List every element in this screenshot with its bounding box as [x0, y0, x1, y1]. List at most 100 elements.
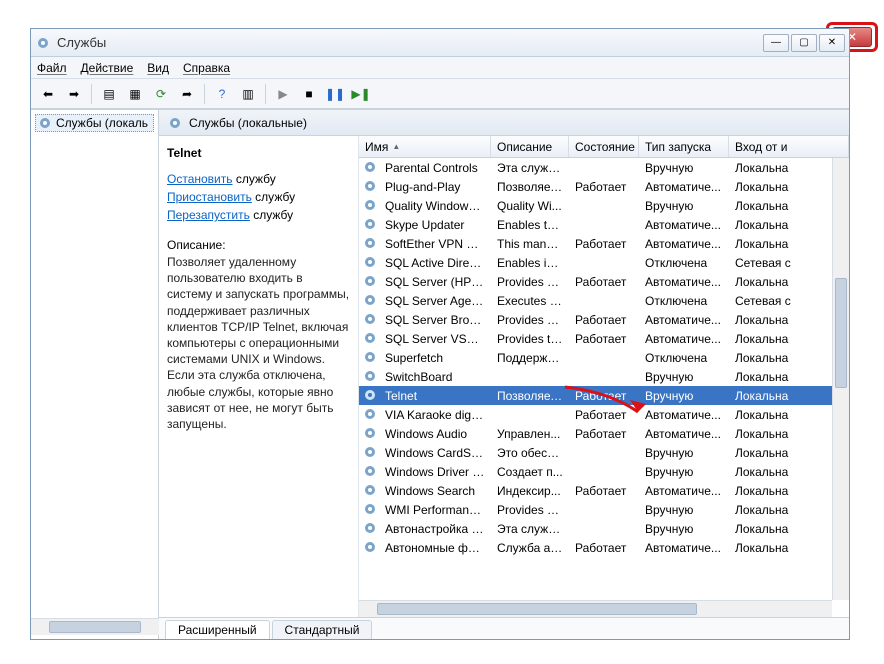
- menubar: Файл Действие Вид Справка: [31, 57, 849, 79]
- menu-file[interactable]: Файл: [37, 61, 67, 75]
- pause-link[interactable]: Приостановить: [167, 190, 252, 204]
- gear-icon: [363, 217, 379, 233]
- tree-pane[interactable]: Службы (локаль: [31, 110, 159, 639]
- cell-logon: Локальна: [729, 427, 849, 441]
- table-row[interactable]: VIA Karaoke digita...РаботаетАвтоматиче.…: [359, 405, 849, 424]
- gear-icon: [363, 407, 379, 423]
- cell-startup: Автоматиче...: [639, 218, 729, 232]
- col-logon[interactable]: Вход от и: [729, 136, 849, 157]
- menu-help[interactable]: Справка: [183, 61, 230, 75]
- table-row[interactable]: Автономные фай...Служба ав...РаботаетАвт…: [359, 538, 849, 557]
- tree-node-services[interactable]: Службы (локаль: [35, 114, 154, 132]
- properties-button[interactable]: ▦: [124, 83, 146, 105]
- col-desc[interactable]: Описание: [491, 136, 569, 157]
- table-row[interactable]: Quality Windows ...Quality Wi...ВручнуюЛ…: [359, 196, 849, 215]
- scroll-thumb[interactable]: [49, 621, 141, 633]
- cell-logon: Локальна: [729, 541, 849, 555]
- cell-startup: Вручную: [639, 389, 729, 403]
- separator: [204, 84, 205, 104]
- cell-desc: Управлен...: [491, 427, 569, 441]
- gear-icon: [363, 160, 379, 176]
- table-row[interactable]: SQL Active Direct...Enables int...Отключ…: [359, 253, 849, 272]
- minimize-button[interactable]: —: [763, 34, 789, 52]
- stop-link[interactable]: Остановить: [167, 172, 233, 186]
- table-row[interactable]: SQL Server VSS Wr...Provides th...Работа…: [359, 329, 849, 348]
- cell-name: Автонастройка W...: [379, 522, 491, 536]
- content-area: Службы (локаль Службы (локальные) Telnet…: [31, 109, 849, 639]
- table-row[interactable]: Plug-and-PlayПозволяет...РаботаетАвтомат…: [359, 177, 849, 196]
- detail-pane: Telnet Остановить службу Приостановить с…: [159, 136, 359, 617]
- pause-service-button[interactable]: ❚❚: [324, 83, 346, 105]
- columns-button[interactable]: ▥: [237, 83, 259, 105]
- tree-horizontal-scrollbar[interactable]: [31, 618, 159, 635]
- nav-back-button[interactable]: ⬅: [37, 83, 59, 105]
- table-row[interactable]: SuperfetchПоддержи...ОтключенаЛокальна: [359, 348, 849, 367]
- gear-icon: [363, 274, 379, 290]
- table-row[interactable]: WMI Performance...Provides p...ВручнуюЛо…: [359, 500, 849, 519]
- cell-logon: Локальна: [729, 465, 849, 479]
- cell-state: Работает: [569, 332, 639, 346]
- close-button[interactable]: ✕: [819, 34, 845, 52]
- table-row[interactable]: Windows Driver F...Создает п...ВручнуюЛо…: [359, 462, 849, 481]
- cell-desc: Enables th...: [491, 218, 569, 232]
- table-row[interactable]: Windows SearchИндексир...РаботаетАвтомат…: [359, 481, 849, 500]
- scroll-thumb[interactable]: [377, 603, 697, 615]
- restart-link[interactable]: Перезапустить: [167, 208, 250, 222]
- gear-icon: [363, 255, 379, 271]
- cell-name: VIA Karaoke digita...: [379, 408, 491, 422]
- nav-forward-button[interactable]: ➡: [63, 83, 85, 105]
- table-row[interactable]: TelnetПозволяет...РаботаетВручнуюЛокальн…: [359, 386, 849, 405]
- pane-header: Службы (локальные): [159, 110, 849, 136]
- vertical-scrollbar[interactable]: [832, 158, 849, 600]
- table-row[interactable]: SoftEther VPN Cli...This mana...Работает…: [359, 234, 849, 253]
- cell-logon: Локальна: [729, 370, 849, 384]
- cell-name: Skype Updater: [379, 218, 491, 232]
- tab-standard[interactable]: Стандартный: [272, 620, 373, 639]
- table-row[interactable]: Windows CardSpa...Это обесп...ВручнуюЛок…: [359, 443, 849, 462]
- table-row[interactable]: SQL Server (HPDS...Provides st...Работае…: [359, 272, 849, 291]
- table-row[interactable]: Windows AudioУправлен...РаботаетАвтомати…: [359, 424, 849, 443]
- refresh-button[interactable]: ⟳: [150, 83, 172, 105]
- table-row[interactable]: SQL Server Agent ...Executes jo...Отключ…: [359, 291, 849, 310]
- cell-desc: Enables int...: [491, 256, 569, 270]
- col-name[interactable]: Имя▲: [359, 136, 491, 157]
- gear-icon: [363, 369, 379, 385]
- gear-icon: [363, 426, 379, 442]
- gear-icon: [363, 179, 379, 195]
- cell-logon: Локальна: [729, 199, 849, 213]
- table-row[interactable]: SwitchBoardВручнуюЛокальна: [359, 367, 849, 386]
- show-hide-tree-button[interactable]: ▤: [98, 83, 120, 105]
- tab-extended[interactable]: Расширенный: [165, 620, 270, 639]
- menu-action[interactable]: Действие: [81, 61, 134, 75]
- table-row[interactable]: Parental ControlsЭта служб...ВручнуюЛока…: [359, 158, 849, 177]
- gear-icon: [38, 116, 52, 130]
- gear-icon: [363, 483, 379, 499]
- col-startup[interactable]: Тип запуска: [639, 136, 729, 157]
- rows-container[interactable]: Parental ControlsЭта служб...ВручнуюЛока…: [359, 158, 849, 617]
- horizontal-scrollbar[interactable]: [359, 600, 832, 617]
- help-button[interactable]: ?: [211, 83, 233, 105]
- titlebar[interactable]: Службы — ▢ ✕: [31, 29, 849, 57]
- cell-state: Работает: [569, 180, 639, 194]
- table-row[interactable]: Автонастройка W...Эта служб...ВручнуюЛок…: [359, 519, 849, 538]
- cell-startup: Отключена: [639, 294, 729, 308]
- cell-desc: Quality Wi...: [491, 199, 569, 213]
- cell-name: Superfetch: [379, 351, 491, 365]
- gear-icon: [363, 312, 379, 328]
- menu-view[interactable]: Вид: [147, 61, 169, 75]
- scroll-thumb[interactable]: [835, 278, 847, 388]
- gear-icon: [363, 198, 379, 214]
- cell-name: Windows Search: [379, 484, 491, 498]
- col-state[interactable]: Состояние: [569, 136, 639, 157]
- start-service-button[interactable]: ▶: [272, 83, 294, 105]
- window-title: Службы: [57, 35, 763, 50]
- table-row[interactable]: Skype UpdaterEnables th...Автоматиче...Л…: [359, 215, 849, 234]
- restart-service-button[interactable]: ▶❚: [350, 83, 372, 105]
- table-row[interactable]: SQL Server BrowserProvides S...РаботаетА…: [359, 310, 849, 329]
- cell-desc: Служба ав...: [491, 541, 569, 555]
- maximize-button[interactable]: ▢: [791, 34, 817, 52]
- cell-name: SQL Active Direct...: [379, 256, 491, 270]
- stop-service-button[interactable]: ■: [298, 83, 320, 105]
- cell-startup: Автоматиче...: [639, 484, 729, 498]
- export-button[interactable]: ➦: [176, 83, 198, 105]
